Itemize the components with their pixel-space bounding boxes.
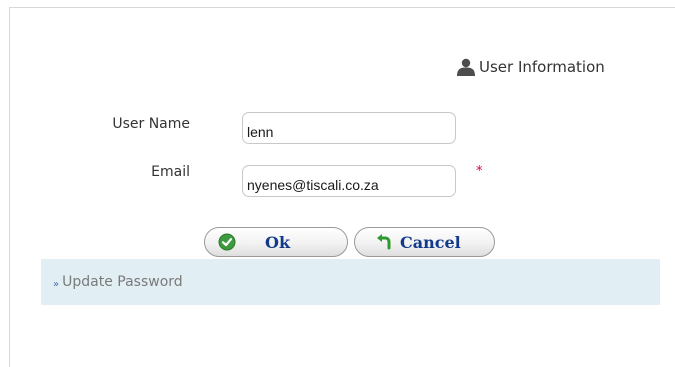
double-chevron-right-icon: »: [53, 278, 60, 290]
undo-arrow-icon: [377, 234, 391, 250]
update-password-link[interactable]: » Update Password: [53, 274, 183, 290]
cancel-button-label: Cancel: [400, 232, 461, 252]
user-icon: [457, 58, 475, 76]
ok-button-label: Ok: [265, 232, 291, 252]
username-input[interactable]: [242, 112, 456, 144]
update-password-bar: » Update Password: [41, 259, 660, 305]
cancel-button[interactable]: Cancel: [354, 227, 495, 257]
email-input[interactable]: [242, 165, 456, 197]
section-title: User Information: [456, 57, 605, 77]
required-indicator: *: [476, 164, 483, 179]
check-circle-icon: [218, 233, 236, 251]
ok-button[interactable]: Ok: [204, 227, 348, 257]
section-title-text: User Information: [479, 58, 605, 76]
username-label: User Name: [112, 116, 190, 132]
email-label: Email: [151, 164, 190, 180]
update-password-label: Update Password: [62, 274, 183, 290]
